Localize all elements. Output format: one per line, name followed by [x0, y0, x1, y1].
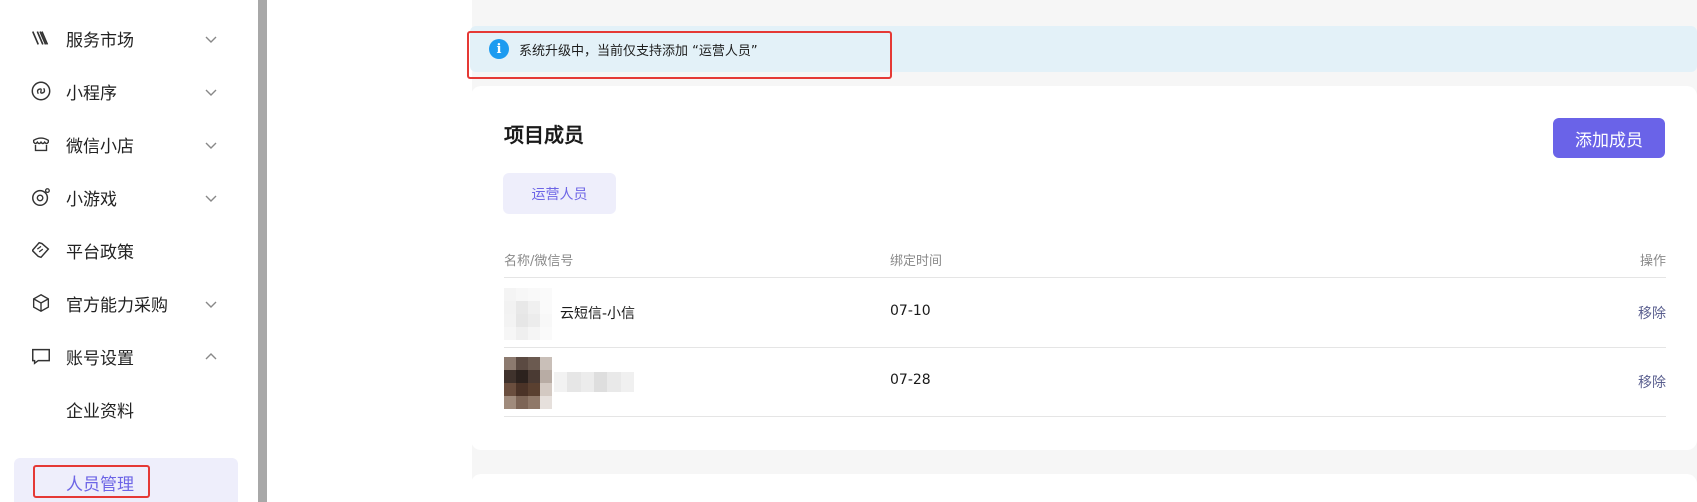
table-row: 07-28 移除	[504, 348, 1666, 417]
card-title: 项目成员	[504, 123, 584, 147]
remove-link[interactable]: 移除	[1638, 303, 1666, 323]
column-header: 名称/微信号	[504, 254, 574, 269]
avatar	[504, 357, 552, 409]
chevron-down-icon[interactable]	[204, 137, 218, 151]
sidebar-item-label: 小程序	[66, 83, 117, 104]
store-icon	[29, 132, 53, 156]
table-header: 名称/微信号 绑定时间 操作	[504, 246, 1666, 278]
chevron-down-icon[interactable]	[204, 190, 218, 204]
service-market-icon	[29, 26, 53, 50]
sidebar: 服务市场 小程序 微信小店 小游戏 平台政策 官方能力采购 账号设置 企业资料 …	[0, 0, 258, 502]
sidebar-item-label: 官方能力采购	[66, 295, 168, 316]
chat-bubble-icon	[29, 344, 53, 368]
sidebar-item-label: 小游戏	[66, 189, 117, 210]
member-name: 云短信-小信	[560, 306, 636, 322]
sidebar-item-purchase[interactable]: 官方能力采购	[0, 279, 258, 327]
mini-program-icon	[29, 79, 53, 103]
secondary-card	[471, 474, 1697, 502]
sidebar-item-store[interactable]: 微信小店	[0, 120, 258, 168]
mini-game-icon	[29, 185, 53, 209]
sidebar-subitem-label: 企业资料	[66, 401, 134, 422]
tab-operators[interactable]: 运营人员	[503, 173, 616, 214]
main-left-gutter	[267, 0, 472, 502]
sidebar-item-label: 微信小店	[66, 136, 134, 157]
add-member-button[interactable]: 添加成员	[1553, 118, 1665, 158]
project-members-card: 项目成员 添加成员 运营人员 名称/微信号 绑定时间 操作 云短信-小信 07-…	[471, 86, 1697, 450]
info-banner: i 系统升级中，当前仅支持添加 “运营人员”	[470, 26, 1697, 72]
info-icon: i	[489, 39, 509, 59]
policy-icon	[29, 238, 53, 262]
column-header: 绑定时间	[890, 254, 943, 269]
chevron-down-icon[interactable]	[204, 31, 218, 45]
sidebar-item-label: 服务市场	[66, 30, 134, 51]
chevron-down-icon[interactable]	[204, 296, 218, 310]
avatar	[504, 288, 552, 340]
sidebar-item-mini-game[interactable]: 小游戏	[0, 173, 258, 221]
chevron-down-icon[interactable]	[204, 84, 218, 98]
column-header: 操作	[1639, 254, 1666, 269]
sidebar-item-label: 平台政策	[66, 242, 134, 263]
sidebar-item-policy[interactable]: 平台政策	[0, 226, 258, 274]
info-banner-text: 系统升级中，当前仅支持添加 “运营人员”	[519, 44, 758, 59]
bind-time: 07-28	[890, 372, 931, 388]
remove-link[interactable]: 移除	[1638, 372, 1666, 392]
chevron-up-icon[interactable]	[204, 349, 218, 363]
purchase-icon	[29, 291, 53, 315]
table-row: 云短信-小信 07-10 移除	[504, 279, 1666, 348]
sidebar-subitem-member-management[interactable]: 人员管理	[14, 458, 238, 502]
blurred-name	[554, 372, 634, 392]
sidebar-item-label: 账号设置	[66, 348, 134, 369]
sidebar-item-mini-program[interactable]: 小程序	[0, 67, 258, 115]
sidebar-item-service-market[interactable]: 服务市场	[0, 14, 258, 62]
sidebar-scrollbar[interactable]	[258, 0, 267, 502]
sidebar-subitem-label: 人员管理	[66, 474, 134, 495]
sidebar-subitem-company-info[interactable]: 企业资料	[0, 385, 258, 433]
sidebar-item-account-settings[interactable]: 账号设置	[0, 332, 258, 380]
bind-time: 07-10	[890, 303, 931, 319]
